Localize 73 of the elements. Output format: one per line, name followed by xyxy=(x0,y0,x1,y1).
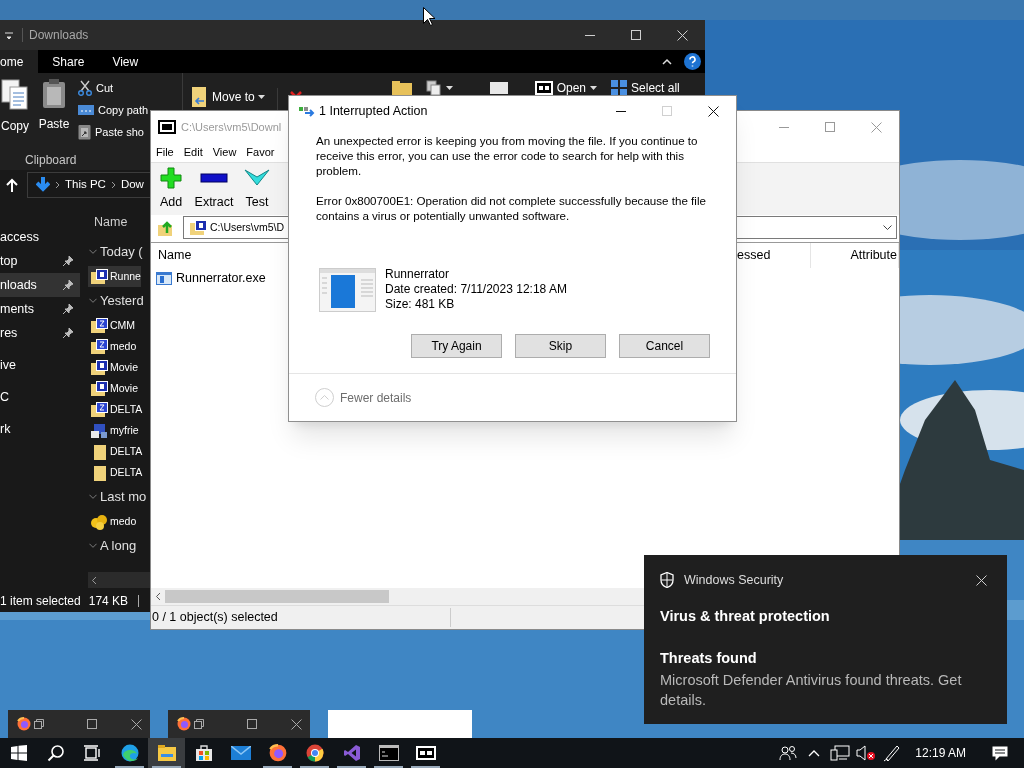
menu-entry[interactable]: View xyxy=(207,144,242,161)
ribbon-button[interactable]: Paste xyxy=(34,79,74,145)
window-title: Downloads xyxy=(29,27,89,44)
button-label: Move to xyxy=(212,89,255,106)
button-label: Select all xyxy=(631,80,680,97)
details-toggle[interactable]: Fewer details xyxy=(315,388,412,407)
list-entry[interactable]: myfrie xyxy=(88,420,139,441)
window-title: 1 Interrupted Action xyxy=(319,102,428,120)
button-label: Paste xyxy=(38,116,70,133)
button-label: Open xyxy=(556,80,587,97)
group-header[interactable]: Yesterd xyxy=(88,287,144,315)
nav-item[interactable]: top xyxy=(0,249,80,273)
message-text: An unexpected error is keeping you from moving the file. If you continue to receive this error, you can use the error code to search for help with this problem. xyxy=(316,133,699,178)
list-entry[interactable]: CMM xyxy=(88,315,136,336)
dialog-button[interactable]: Skip xyxy=(515,334,606,358)
list-entry[interactable]: DELTA xyxy=(88,462,143,483)
status-text: 174 KB xyxy=(88,593,129,610)
toolbar-button[interactable]: Test xyxy=(237,163,277,215)
breadcrumb-item[interactable]: Dow xyxy=(120,176,144,194)
toolbar-button[interactable]: Extract xyxy=(191,163,237,215)
nav-item[interactable]: nloads xyxy=(0,273,80,297)
file-name: Runnerrator xyxy=(385,267,451,282)
toolbar-button[interactable]: Add xyxy=(151,163,191,215)
nav-item[interactable]: C xyxy=(0,385,80,409)
app-name: Windows Security xyxy=(684,571,784,589)
list-entry[interactable]: DELTA xyxy=(88,441,143,462)
group-label: Clipboard xyxy=(25,152,77,169)
ribbon-button[interactable]: Cut xyxy=(78,77,114,99)
ribbon-tab[interactable]: Share xyxy=(38,50,99,73)
menu-entry[interactable]: File xyxy=(151,144,179,161)
nav-item[interactable]: ments xyxy=(0,297,80,321)
notification-body: Microsoft Defender Antivirus found threats. Get details. xyxy=(660,670,963,710)
nav-item[interactable]: access xyxy=(0,225,80,249)
group-header[interactable]: Today ( xyxy=(88,238,143,266)
button-label: Paste sho xyxy=(95,124,144,140)
nav-item[interactable]: rk xyxy=(0,417,80,441)
path-text: C:\Users\vm5\D xyxy=(210,219,285,235)
error-text: Error 0x800700E1: Operation did not complete successfully because the file contains a virus or potentially unwanted software. xyxy=(316,193,707,223)
list-entry[interactable]: DELTA xyxy=(88,399,143,420)
nav-item[interactable]: res xyxy=(0,321,80,345)
list-entry[interactable]: medo xyxy=(88,511,137,532)
status-text: 0 / 1 object(s) selected xyxy=(151,608,451,627)
status-text: 1 item selected xyxy=(0,593,81,610)
list-entry[interactable]: medo xyxy=(88,336,137,357)
ribbon-button[interactable]: Move to xyxy=(191,88,265,106)
ribbon-button[interactable]: Paste sho xyxy=(78,121,144,143)
menu-entry[interactable]: Edit xyxy=(178,144,208,161)
column-header[interactable]: Attribute xyxy=(811,243,899,268)
nav-item[interactable]: ive xyxy=(0,353,80,377)
breadcrumb-item[interactable]: This PC xyxy=(65,176,106,194)
notification-title: Threats found xyxy=(660,648,758,668)
ribbon-button[interactable]: Select all xyxy=(611,79,680,97)
list-entry[interactable]: Movie xyxy=(88,357,138,378)
ribbon-tab[interactable]: ome xyxy=(0,50,39,73)
button-label: Copy path xyxy=(98,102,149,118)
button-label: Cut xyxy=(96,80,114,96)
group-header[interactable]: A long xyxy=(88,532,137,560)
notification-heading: Virus & threat protection xyxy=(660,607,831,626)
dialog-button[interactable]: Try Again xyxy=(411,334,502,358)
group-header[interactable]: Last mo xyxy=(88,483,147,511)
ribbon-button[interactable]: Copy path xyxy=(78,99,149,121)
menu-entry[interactable]: Favor xyxy=(241,144,280,161)
button-label: Copy xyxy=(1,118,29,135)
list-entry[interactable]: Movie xyxy=(88,378,138,399)
file-size: Size: 481 KB xyxy=(385,297,456,312)
window-title: C:\Users\vm5\Downl xyxy=(181,119,282,135)
archive-entry[interactable]: Runnerrator.exe xyxy=(151,268,266,288)
clock[interactable]: 12:19 AM xyxy=(905,738,976,768)
ribbon-tab[interactable]: View xyxy=(98,50,153,73)
file-date: Date created: 7/11/2023 12:18 AM xyxy=(385,282,567,297)
ribbon-button[interactable]: Copy xyxy=(0,79,30,145)
dialog-button[interactable]: Cancel xyxy=(619,334,710,358)
list-entry[interactable]: Runne xyxy=(88,266,141,287)
